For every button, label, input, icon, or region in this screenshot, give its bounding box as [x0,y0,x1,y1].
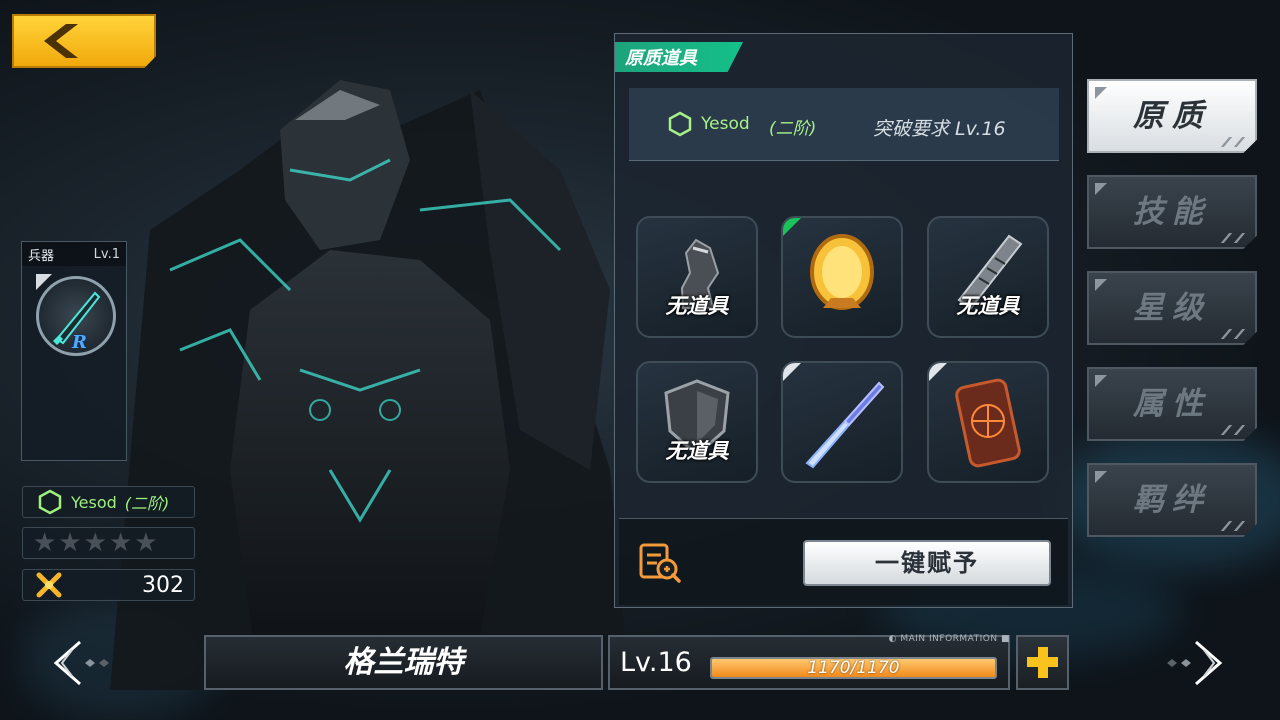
tab-corner-mark [1095,183,1107,195]
tab-label: 星级 [1133,290,1211,326]
weapon-card[interactable]: 兵器 Lv.1 R [21,241,127,461]
toggle-icon: ◐ [888,634,897,644]
power-strip: 302 [22,569,195,601]
tab-slash-mark [1220,233,1246,243]
weapon-label: 兵器 [28,248,55,264]
star-icon: ★ [108,528,133,558]
slot-empty-label: 无道具 [956,294,1020,318]
slot-empty-label: 无道具 [665,439,729,463]
tab-label: 技能 [1133,194,1211,230]
panel-action-bar: 一键赋予 [619,518,1068,605]
xp-bar: 1170/1170 [710,657,997,679]
weapon-level: Lv.1 [93,246,120,262]
material-slot-1[interactable]: 无道具 [636,216,758,338]
tab-label: 原质 [1133,98,1211,134]
tab-bonds[interactable]: 羁绊 [1087,463,1257,537]
butterfly-knife-icon [805,381,885,469]
material-slot-2[interactable] [781,216,903,338]
crossed-swords-icon [36,572,62,598]
material-slot-3[interactable]: 无道具 [927,216,1049,338]
tab-slash-mark [1220,425,1246,435]
hexagon-icon [38,489,62,515]
material-slot-4[interactable]: 无道具 [636,361,758,483]
back-button[interactable] [12,14,156,68]
star-icon: ★ [83,528,107,558]
star-icon: ★ [134,528,158,558]
level-plate: Lv.16 ◐ MAIN INFORMATION ■ 1170/1170 [608,634,1010,690]
weapon-header: 兵器 Lv.1 [22,242,126,266]
tab-stars[interactable]: 星级 [1087,271,1257,345]
tab-label: 属性 [1133,386,1211,422]
slot-empty-label: 无道具 [665,294,729,318]
material-slot-6[interactable] [927,361,1049,483]
character-name: 格兰瑞特 [204,635,603,690]
grant-all-button[interactable]: 一键赋予 [803,540,1051,586]
main-information-label: ◐ MAIN INFORMATION ■ [720,634,1010,644]
hexagon-icon [668,111,692,137]
material-slot-5[interactable] [781,361,903,483]
breakthrough-requirement: Yesod (二阶) 突破要求 Lv.16 [629,88,1059,161]
tab-slash-mark [1220,521,1246,531]
requirement-tier-stage: (二阶) [769,119,817,139]
tab-skills[interactable]: 技能 [1087,175,1257,249]
requirement-tier-name: Yesod [701,114,750,134]
star-icon: ★ [58,528,82,558]
tab-attributes[interactable]: 属性 [1087,367,1257,441]
power-value: 302 [142,572,184,598]
panel-title: 原质道具 [615,42,743,72]
previous-unit-button[interactable] [50,638,116,688]
main-information-text: MAIN INFORMATION [900,634,998,644]
tab-label: 羁绊 [1133,482,1211,518]
tab-material[interactable]: 原质 [1087,79,1257,153]
character-level: Lv.16 [620,647,692,678]
tab-corner-mark [1095,279,1107,291]
tab-corner-mark [1095,87,1107,99]
star-rating: ★ ★ ★ ★ ★ [22,527,195,559]
tab-corner-mark [1095,375,1107,387]
requirement-text: 突破要求 Lv.16 [873,118,1006,140]
tier-stage: (二阶) [124,494,170,513]
tab-slash-mark [1220,137,1246,147]
tab-slash-mark [1220,329,1246,339]
next-unit-button[interactable] [1160,638,1226,688]
tab-corner-mark [1095,471,1107,483]
tier-strip: Yesod (二阶) [22,486,195,518]
star-icon: ★ [33,528,57,558]
add-exp-button[interactable] [1016,635,1069,690]
plus-icon [1027,647,1058,678]
rank-badge: R [72,332,87,353]
xp-text: 1170/1170 [807,658,900,678]
chevron-left-icon [44,24,78,58]
golden-mirror-icon [810,234,874,310]
item-lookup-icon[interactable] [637,541,683,585]
square-icon: ■ [1000,634,1010,644]
tier-name: Yesod [71,492,117,512]
material-panel: 原质道具 Yesod (二阶) 突破要求 Lv.16 无道具 无道具 无道具 一… [614,33,1073,608]
rune-tablet-icon [955,378,1021,468]
